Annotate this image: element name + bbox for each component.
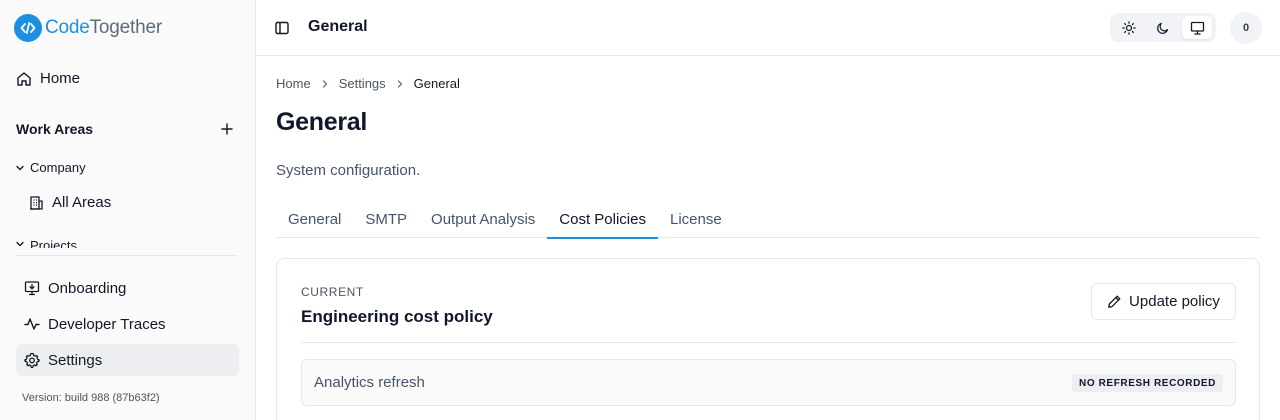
row-label: Analytics refresh	[314, 374, 425, 391]
sidebar-group-label: Projects	[30, 238, 77, 248]
tab-cost-policies[interactable]: Cost Policies	[547, 200, 658, 239]
gear-icon	[24, 352, 40, 368]
page-description: System configuration.	[276, 162, 421, 179]
status-badge: NO REFRESH RECORDED	[1072, 374, 1223, 392]
sidebar-item-label: Onboarding	[48, 279, 127, 297]
tab-output-analysis[interactable]: Output Analysis	[419, 200, 547, 238]
home-icon	[16, 71, 32, 87]
theme-switcher	[1110, 13, 1216, 42]
add-work-area-icon[interactable]	[218, 120, 236, 138]
monitor-icon	[1190, 21, 1205, 35]
sidebar-item-home[interactable]: Home	[16, 70, 80, 87]
activity-icon	[24, 316, 40, 332]
code-brackets-icon	[14, 14, 42, 42]
sidebar-group-projects[interactable]: Projects	[14, 238, 77, 248]
theme-dark-button[interactable]	[1148, 16, 1178, 39]
sidebar-item-settings[interactable]: Settings	[16, 344, 239, 376]
settings-tabs: General SMTP Output Analysis Cost Polici…	[276, 200, 1260, 239]
chevron-down-icon	[14, 162, 26, 174]
update-policy-label: Update policy	[1129, 293, 1220, 310]
card-divider	[301, 342, 1236, 343]
breadcrumb-item-home[interactable]: Home	[276, 76, 311, 91]
sidebar-item-label: Developer Traces	[48, 315, 166, 333]
sidebar-divider	[16, 255, 238, 256]
logo-text-part2: Together	[89, 17, 163, 38]
breadcrumb-item-settings[interactable]: Settings	[339, 76, 386, 91]
chevron-right-icon	[319, 78, 331, 90]
breadcrumb-item-current: General	[413, 76, 460, 91]
sidebar-group-company[interactable]: Company	[14, 160, 86, 175]
logo-text-part1: Code	[45, 17, 90, 38]
moon-icon	[1156, 21, 1170, 35]
chevron-down-icon	[14, 238, 26, 248]
logo-text: CodeTogether	[45, 17, 162, 39]
sidebar-toggle-icon[interactable]	[274, 20, 290, 36]
sidebar-item-onboarding[interactable]: Onboarding	[16, 272, 239, 304]
theme-system-button[interactable]	[1182, 16, 1212, 39]
update-policy-button[interactable]: Update policy	[1091, 283, 1236, 320]
user-avatar[interactable]: 0	[1230, 12, 1262, 44]
sidebar-item-all-areas[interactable]: All Areas	[28, 194, 111, 211]
sidebar: CodeTogether Home Work Areas Company All…	[0, 0, 256, 420]
sidebar-item-label: Home	[40, 70, 81, 87]
policy-row-analytics-refresh: Analytics refresh NO REFRESH RECORDED	[301, 359, 1236, 406]
building-icon	[28, 195, 44, 211]
version-text: Version: build 988 (87b63f2)	[22, 392, 160, 404]
top-header: General 0	[256, 0, 1280, 56]
monitor-download-icon	[24, 280, 40, 296]
card-eyebrow: CURRENT	[301, 285, 364, 299]
sidebar-item-label: All Areas	[52, 194, 112, 211]
sidebar-item-label: Settings	[48, 351, 103, 369]
work-areas-header: Work Areas	[16, 120, 238, 138]
sidebar-item-developer-traces[interactable]: Developer Traces	[16, 308, 239, 340]
chevron-right-icon	[394, 78, 406, 90]
header-title: General	[308, 18, 368, 35]
card-title: Engineering cost policy	[301, 307, 493, 326]
pencil-icon	[1107, 294, 1122, 309]
tab-general[interactable]: General	[276, 200, 353, 238]
cost-policy-card: CURRENT Engineering cost policy Update p…	[276, 258, 1260, 420]
work-areas-title: Work Areas	[16, 121, 94, 137]
app-logo[interactable]: CodeTogether	[14, 14, 162, 42]
tab-smtp[interactable]: SMTP	[353, 200, 419, 238]
sidebar-group-label: Company	[30, 160, 86, 175]
sun-icon	[1122, 20, 1136, 35]
breadcrumb: Home Settings General	[276, 76, 460, 91]
tab-license[interactable]: License	[658, 200, 734, 238]
theme-light-button[interactable]	[1114, 16, 1144, 39]
page-title: General	[276, 108, 368, 136]
